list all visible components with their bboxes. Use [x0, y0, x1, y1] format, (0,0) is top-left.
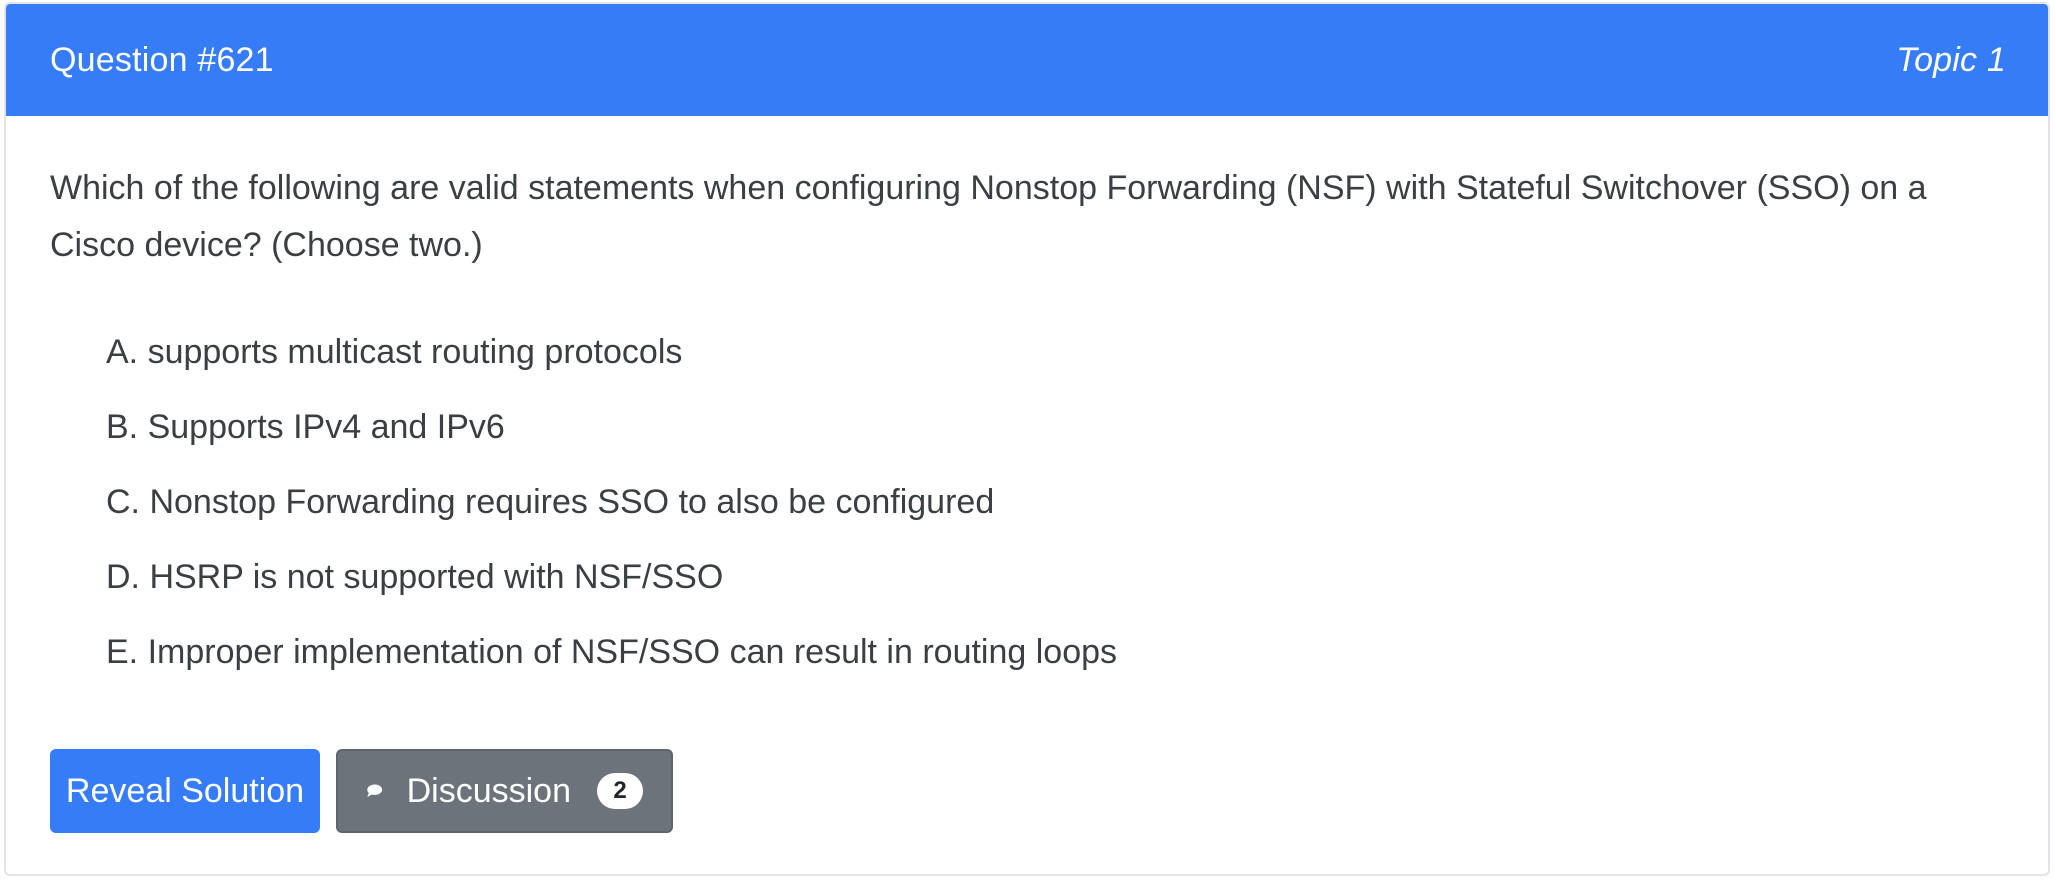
card-body: Which of the following are valid stateme… — [50, 116, 2004, 833]
discussion-button[interactable]: Discussion 2 — [336, 749, 673, 833]
choice-a[interactable]: A. supports multicast routing protocols — [106, 320, 2004, 395]
discussion-label: Discussion — [406, 771, 571, 810]
question-card: Question #621 Topic 1 Which of the follo… — [4, 2, 2050, 876]
choice-b[interactable]: B. Supports IPv4 and IPv6 — [106, 395, 2004, 470]
choice-d[interactable]: D. HSRP is not supported with NSF/SSO — [106, 545, 2004, 620]
reveal-solution-label: Reveal Solution — [65, 771, 305, 810]
choice-e[interactable]: E. Improper implementation of NSF/SSO ca… — [106, 620, 2004, 695]
choice-c[interactable]: C. Nonstop Forwarding requires SSO to al… — [106, 470, 2004, 545]
reveal-solution-button[interactable]: Reveal Solution — [50, 749, 320, 833]
card-header: Question #621 Topic 1 — [6, 4, 2048, 116]
discussion-count-badge: 2 — [597, 773, 643, 809]
question-number: Question #621 — [50, 40, 274, 79]
action-bar: Reveal Solution Discussion 2 — [50, 749, 673, 833]
topic-label: Topic 1 — [1896, 40, 2006, 79]
chat-bubble-icon — [367, 784, 383, 798]
question-text: Which of the following are valid stateme… — [50, 169, 1927, 264]
choice-list: A. supports multicast routing protocols … — [50, 320, 2004, 695]
